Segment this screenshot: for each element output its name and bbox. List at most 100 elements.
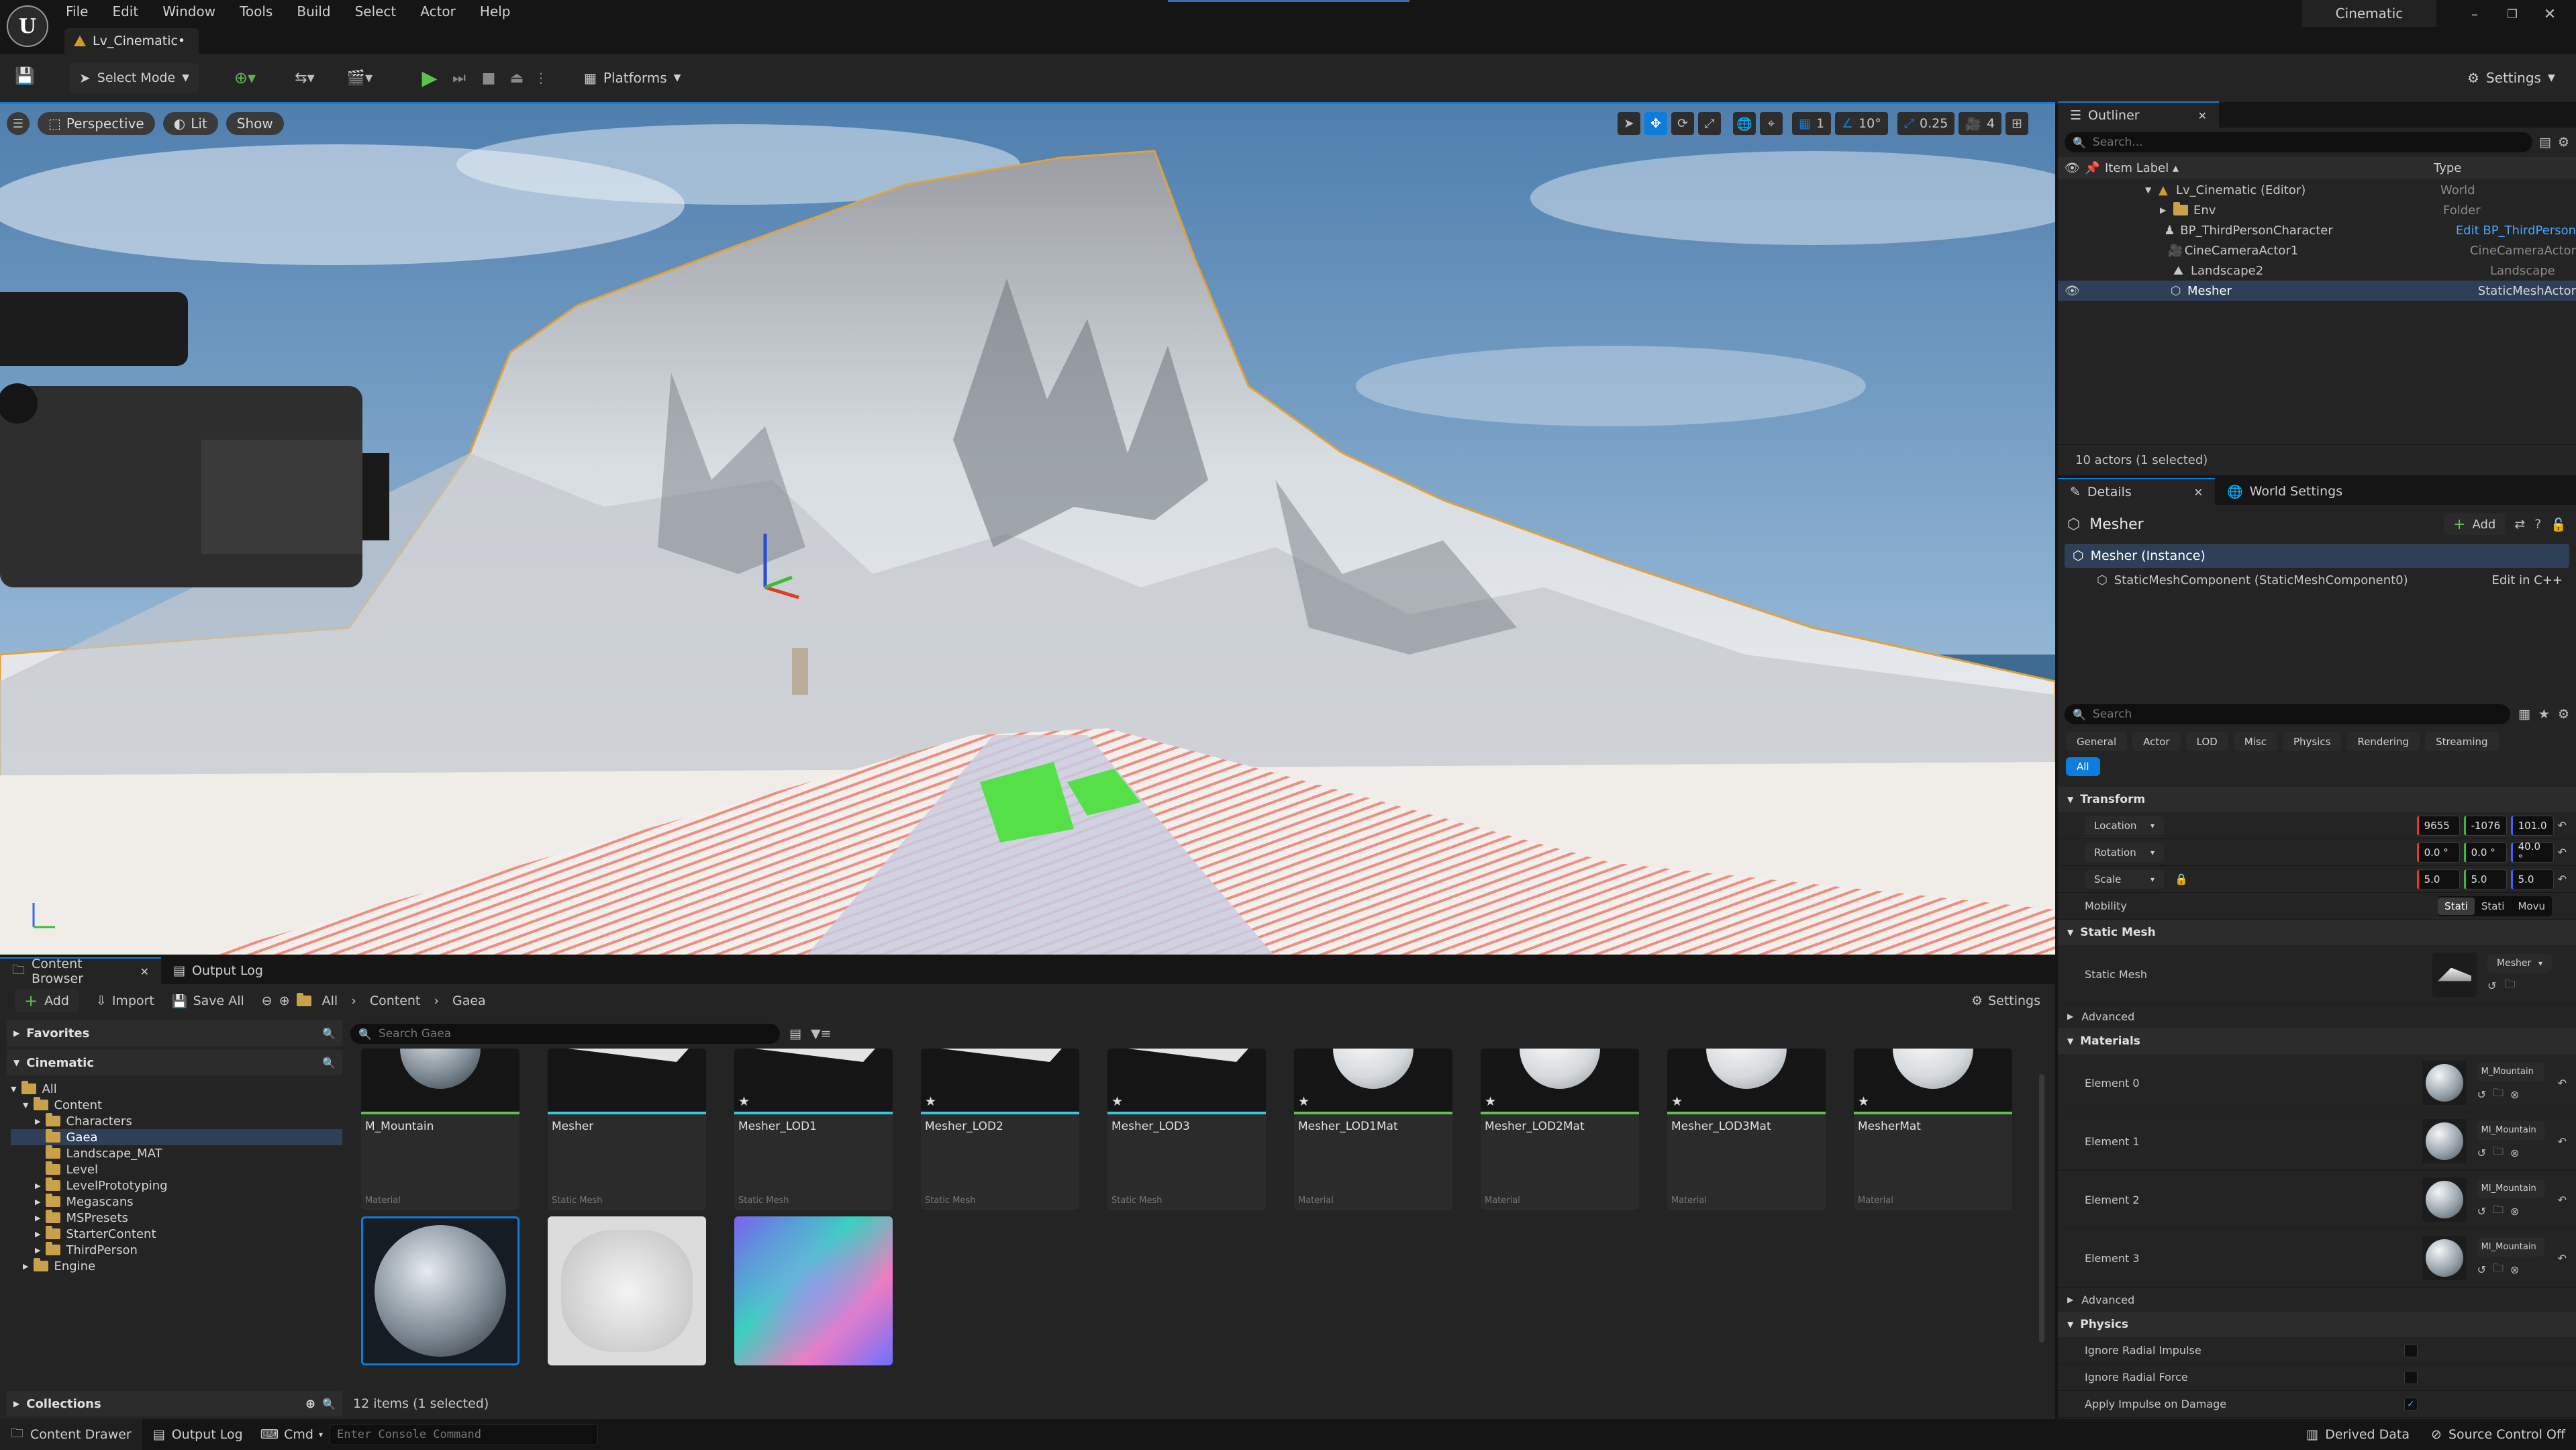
texture-tile[interactable] bbox=[548, 1216, 706, 1365]
add-component-button[interactable]: + Add bbox=[2444, 514, 2506, 535]
tree-item-all[interactable]: ▼ All bbox=[11, 1081, 342, 1097]
new-folder-icon[interactable]: ▤ bbox=[2539, 135, 2551, 150]
hamburger-menu-icon[interactable]: ☰ bbox=[7, 112, 30, 135]
visibility-icon[interactable]: 👁 bbox=[2058, 284, 2080, 298]
eject-icon[interactable]: ⏏ bbox=[505, 67, 529, 89]
stop-icon[interactable]: ■ bbox=[477, 67, 501, 89]
add-actor-icon[interactable]: ⊕▾ bbox=[228, 67, 262, 89]
output-log-button[interactable]: ▤ Output Log bbox=[142, 1427, 254, 1442]
filter-rendering[interactable]: Rendering bbox=[2346, 732, 2420, 751]
scale-dropdown[interactable]: Scale ▾ bbox=[2085, 869, 2164, 889]
scale-x-field[interactable]: 5.0 bbox=[2416, 869, 2460, 889]
lit-button[interactable]: ◐ Lit bbox=[162, 112, 218, 135]
details-settings-icon[interactable]: ⚙ bbox=[2558, 707, 2569, 722]
clear-icon[interactable]: ⊗ bbox=[2510, 1263, 2519, 1276]
outliner-row-camera[interactable]: 🎥 CineCameraActor1 CineCameraActor bbox=[2058, 240, 2576, 260]
material-thumbnail[interactable] bbox=[2422, 1061, 2467, 1105]
cinematics-icon[interactable]: 🎬▾ bbox=[340, 67, 380, 89]
static-mesh-advanced[interactable]: ▶ Advanced bbox=[2058, 1004, 2576, 1028]
checkbox[interactable] bbox=[2404, 1343, 2418, 1357]
menu-actor[interactable]: Actor bbox=[420, 3, 456, 19]
component-instance-row[interactable]: ⬡ Mesher (Instance) bbox=[2065, 544, 2569, 568]
filter-physics[interactable]: Physics bbox=[2282, 732, 2342, 751]
asset-tile[interactable]: ★ Mesher_LOD2Mat Material bbox=[1481, 1049, 1639, 1210]
texture-tile[interactable] bbox=[361, 1216, 519, 1365]
asset-search-field[interactable] bbox=[378, 1027, 772, 1041]
blueprint-icon[interactable]: ⇆▾ bbox=[285, 67, 325, 89]
filter-lod[interactable]: LOD bbox=[2185, 732, 2228, 751]
menu-edit[interactable]: Edit bbox=[112, 3, 138, 19]
breadcrumb-all[interactable]: All bbox=[322, 994, 338, 1008]
location-dropdown[interactable]: Location ▾ bbox=[2085, 816, 2164, 835]
static-mesh-dropdown[interactable]: Mesher ▾ bbox=[2487, 954, 2552, 973]
close-icon[interactable]: ✕ bbox=[140, 965, 149, 978]
outliner-row-landscape[interactable]: ⛰ Landscape2 Landscape bbox=[2058, 260, 2576, 281]
outliner-search-field[interactable] bbox=[2092, 136, 2524, 149]
reset-icon[interactable]: ↶ bbox=[2558, 1135, 2567, 1148]
material-thumbnail[interactable] bbox=[2422, 1119, 2467, 1163]
play-icon[interactable]: ▶ bbox=[417, 66, 442, 90]
add-button[interactable]: + Add bbox=[15, 989, 79, 1012]
static-mesh-thumbnail[interactable] bbox=[2432, 952, 2477, 997]
asset-tile[interactable]: ★ Mesher_LOD3Mat Material bbox=[1667, 1049, 1826, 1210]
checkbox-checked[interactable]: ✓ bbox=[2404, 1397, 2418, 1411]
reset-icon[interactable]: ↶ bbox=[2558, 1077, 2567, 1090]
search-icon[interactable]: 🔍 bbox=[322, 1027, 336, 1040]
breadcrumb-content[interactable]: Content bbox=[370, 994, 421, 1008]
asset-tile[interactable]: ★ Mesher_LOD1Mat Material bbox=[1294, 1049, 1452, 1210]
help-icon[interactable]: ? bbox=[2534, 517, 2541, 532]
location-z-field[interactable]: 101.0 bbox=[2510, 815, 2554, 836]
browse-icon[interactable]: 🗀 bbox=[2504, 977, 2515, 995]
component-row[interactable]: ⬡ StaticMeshComponent (StaticMeshCompone… bbox=[2058, 568, 2576, 592]
favorites-star-icon[interactable]: ★ bbox=[2538, 707, 2550, 722]
expand-arrow-icon[interactable]: ▼ bbox=[2145, 185, 2159, 195]
blueprint-convert-icon[interactable]: ⇄ bbox=[2514, 517, 2525, 532]
scale-icon[interactable]: ⤢ bbox=[1698, 112, 1721, 135]
tree-item-characters[interactable]: ▶ Characters bbox=[11, 1113, 342, 1129]
outliner-row-character[interactable]: ♟ BP_ThirdPersonCharacter Edit BP_ThirdP… bbox=[2058, 220, 2576, 240]
reset-icon[interactable]: ↶ bbox=[2558, 1252, 2567, 1265]
outliner-search-input[interactable]: 🔍 bbox=[2065, 132, 2532, 152]
material-thumbnail[interactable] bbox=[2422, 1177, 2467, 1222]
use-selected-icon[interactable]: ↺ bbox=[2477, 1088, 2486, 1101]
details-search-input[interactable]: 🔍 bbox=[2065, 704, 2510, 724]
mobility-movable[interactable]: Movu bbox=[2511, 898, 2552, 915]
menu-file[interactable]: File bbox=[66, 3, 88, 19]
reset-icon[interactable]: ↶ bbox=[2558, 819, 2567, 832]
material-dropdown[interactable]: MI_Mountain bbox=[2477, 1237, 2544, 1257]
outliner-row-world[interactable]: ▼ ▲ Lv_Cinematic (Editor) World bbox=[2058, 180, 2576, 200]
rotation-z-field[interactable]: 40.0 ° bbox=[2510, 840, 2554, 865]
surface-snap-icon[interactable]: ⌖ bbox=[1760, 112, 1783, 135]
select-mode-button[interactable]: ➤ Select Mode ▼ bbox=[70, 63, 199, 93]
edit-blueprint-link[interactable]: Edit BP_ThirdPerson bbox=[2456, 224, 2576, 238]
expand-arrow-icon[interactable]: ▶ bbox=[2160, 205, 2173, 215]
use-selected-icon[interactable]: ↺ bbox=[2477, 1205, 2486, 1218]
search-icon[interactable]: 🔍 bbox=[322, 1057, 336, 1069]
search-icon[interactable]: 🔍 bbox=[322, 1398, 336, 1410]
minimize-icon[interactable]: – bbox=[2465, 4, 2485, 24]
scale-lock-icon[interactable]: 🔒 bbox=[2175, 873, 2188, 885]
material-dropdown[interactable]: MI_Mountain bbox=[2477, 1120, 2544, 1140]
close-window-icon[interactable]: ✕ bbox=[2540, 4, 2560, 24]
outliner-row-mesher[interactable]: 👁 ⬡ Mesher StaticMeshActor bbox=[2058, 281, 2576, 301]
add-collection-icon[interactable]: ⊕ bbox=[305, 1397, 315, 1411]
transform-section-header[interactable]: ▼ Transform bbox=[2058, 787, 2576, 812]
derived-data-button[interactable]: ▥ Derived Data bbox=[2295, 1427, 2420, 1442]
material-thumbnail[interactable] bbox=[2422, 1236, 2467, 1280]
tree-item-mspresets[interactable]: ▶ MSPresets bbox=[11, 1210, 342, 1226]
asset-tile[interactable]: ★ Mesher_LOD2 Static Mesh bbox=[921, 1049, 1079, 1210]
outliner-row-env[interactable]: ▶ Env Folder bbox=[2058, 200, 2576, 220]
save-search-icon[interactable]: ▤ bbox=[789, 1026, 801, 1041]
asset-tile[interactable]: M_Mountain Material bbox=[361, 1049, 519, 1210]
content-browser-tab[interactable]: 🗀 Content Browser ✕ bbox=[0, 957, 161, 986]
scale-z-field[interactable]: 5.0 bbox=[2510, 869, 2554, 889]
close-icon[interactable]: ✕ bbox=[2198, 109, 2207, 122]
tree-item-level[interactable]: ▶Level bbox=[11, 1161, 342, 1177]
filter-all[interactable]: All bbox=[2066, 757, 2100, 776]
type-header[interactable]: Type bbox=[2434, 161, 2461, 175]
lock-icon[interactable]: 🔓 bbox=[2550, 517, 2567, 532]
menu-select[interactable]: Select bbox=[355, 3, 397, 19]
outliner-tab[interactable]: ☰ Outliner ✕ bbox=[2058, 101, 2219, 128]
filter-general[interactable]: General bbox=[2066, 732, 2128, 751]
clear-icon[interactable]: ⊗ bbox=[2510, 1147, 2519, 1159]
